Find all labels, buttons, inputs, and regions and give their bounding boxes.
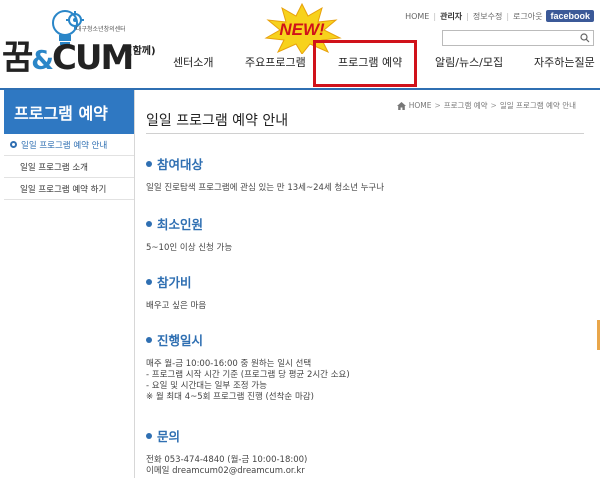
site-logo[interactable]: 꿈&CUM 대구청소년창의센터 (함께) [2,8,160,78]
facebook-link[interactable]: facebook [546,10,594,22]
sidebar-item-reservation-guide[interactable]: 일일 프로그램 예약 안내 [4,134,134,156]
bullet-icon [146,220,152,227]
nav-highlight-box [313,40,417,87]
nav-faq[interactable]: 자주하는질문 [534,54,595,70]
svg-text:NEW!: NEW! [279,20,325,39]
profile-edit-link[interactable]: 정보수정 [473,11,502,22]
search-input[interactable] [443,36,573,50]
breadcrumb: HOME > 프로그램 예약 > 일일 프로그램 예약 안내 [396,100,576,111]
sidebar-item-program-intro[interactable]: 일일 프로그램 소개 [4,156,134,178]
admin-link[interactable]: 관리자 [440,11,462,22]
nav-center-intro[interactable]: 센터소개 [173,54,213,70]
section-fee: 참가비 배우고 싶은 마음 [146,275,207,311]
active-dot-icon [10,141,17,148]
title-divider [146,133,584,134]
sidebar-divider [134,90,135,478]
bullet-icon [146,278,152,285]
logo-tag: (함께) [128,46,156,57]
utility-links: HOME | 관리자 | 정보수정 | 로그아웃 facebook [405,10,594,22]
section-min-people: 최소인원 5~10인 이상 신청 가능 [146,217,233,253]
logo-subtitle: 대구청소년창의센터 [76,26,126,33]
home-icon [396,101,406,110]
search-box [442,30,594,50]
sidebar-item-make-reservation[interactable]: 일일 프로그램 예약 하기 [4,178,134,200]
home-link[interactable]: HOME [405,12,429,21]
bullet-icon [146,432,152,439]
nav-main-programs[interactable]: 주요프로그램 [245,54,306,70]
breadcrumb-level2[interactable]: 일일 프로그램 예약 안내 [500,100,576,111]
section-schedule: 진행일시 매주 월-금 10:00-16:00 중 원하는 일시 선택 - 프로… [146,333,350,402]
search-icon[interactable] [580,33,590,43]
breadcrumb-home[interactable]: HOME [409,101,432,110]
sidebar-title: 프로그램 예약 [4,90,134,134]
sidebar: 프로그램 예약 일일 프로그램 예약 안내 일일 프로그램 소개 일일 프로그램… [4,90,134,478]
breadcrumb-level1[interactable]: 프로그램 예약 [444,100,488,111]
bullet-icon [146,336,152,343]
contact-email[interactable]: 이메일 dreamcum02@dreamcum.or.kr [146,466,307,477]
section-contact: 문의 전화 053-474-4840 (월-금 10:00-18:00) 이메일… [146,429,308,477]
logo-text: 꿈&CUM [2,38,134,78]
nav-news[interactable]: 알림/뉴스/모집 [435,54,503,70]
section-participants: 참여대상 일일 진로탐색 프로그램에 관심 있는 만 13세~24세 청소년 누… [146,157,385,193]
page-title: 일일 프로그램 예약 안내 [146,113,289,129]
bullet-icon [146,160,152,167]
site-header: 꿈&CUM 대구청소년창의센터 (함께) HOME | 관리자 | 정보수정 |… [0,0,600,88]
main-content: HOME > 프로그램 예약 > 일일 프로그램 예약 안내 일일 프로그램 예… [146,90,586,478]
logout-link[interactable]: 로그아웃 [513,11,542,22]
